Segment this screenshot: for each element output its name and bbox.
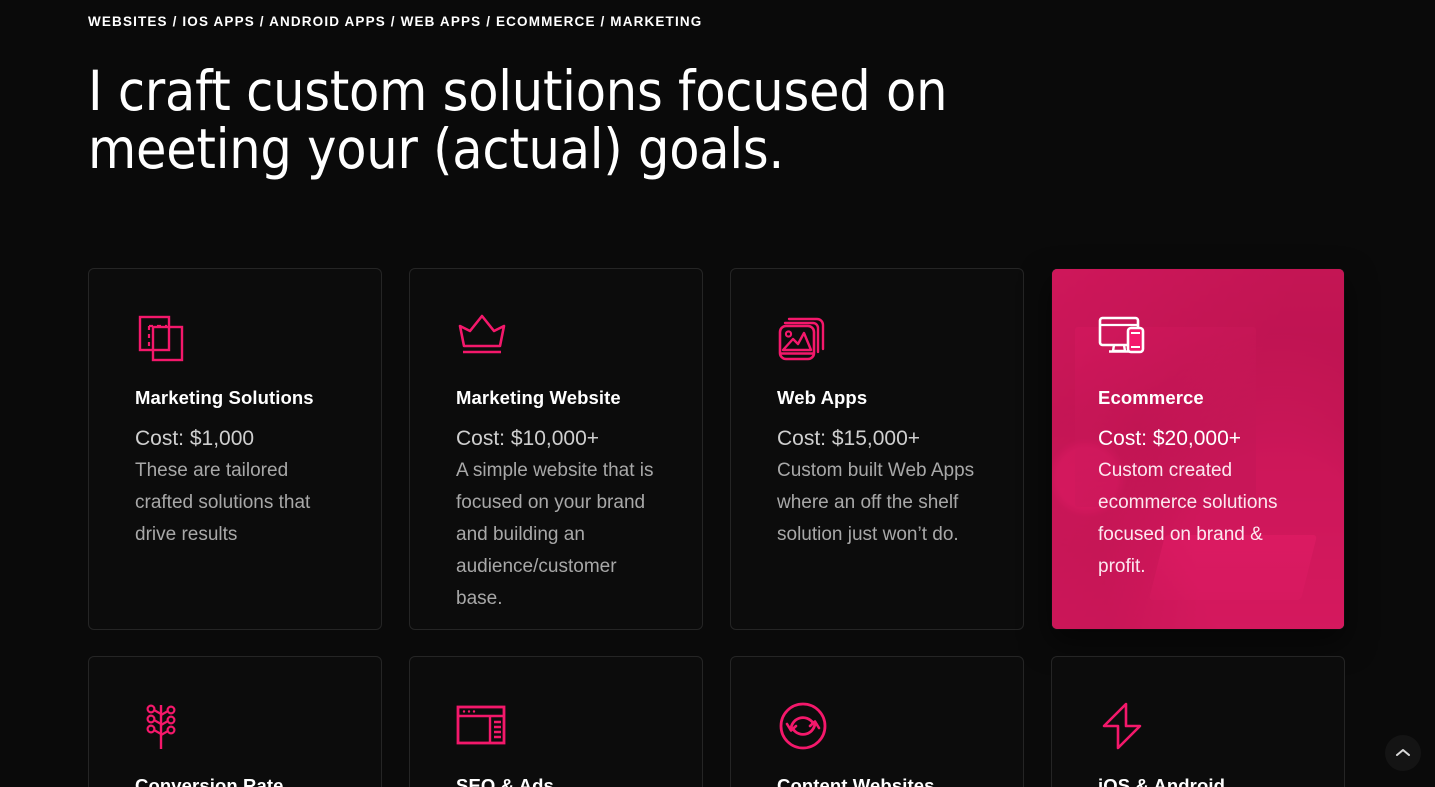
card-description: A simple website that is focused on your… — [456, 460, 654, 609]
service-card-ios-android[interactable]: iOS & Android — [1051, 656, 1345, 787]
headline-line-2: meeting your (actual) goals. — [88, 117, 785, 181]
services-grid: Marketing Solutions Cost: $1,000 These a… — [88, 268, 1347, 787]
service-card-marketing-website[interactable]: Marketing Website Cost: $10,000+ A simpl… — [409, 268, 703, 630]
card-title: SEO & Ads — [456, 775, 554, 787]
page-root: WEBSITES / IOS APPS / ANDROID APPS / WEB… — [0, 0, 1435, 787]
service-card-seo-ads[interactable]: SEO & Ads — [409, 656, 703, 787]
branching-tree-icon — [135, 701, 335, 753]
duplicate-pages-icon — [135, 313, 335, 365]
card-cost: Cost: $20,000+ — [1098, 427, 1242, 450]
service-card-content-websites[interactable]: Content Websites — [730, 656, 1024, 787]
card-cost: Cost: $15,000+ — [777, 427, 921, 450]
breadcrumb: WEBSITES / IOS APPS / ANDROID APPS / WEB… — [88, 14, 703, 29]
service-card-web-apps[interactable]: Web Apps Cost: $15,000+ Custom built Web… — [730, 268, 1024, 630]
chevron-up-icon — [1395, 747, 1411, 759]
card-title: Conversion Rate — [135, 775, 284, 787]
card-description: Custom built Web Apps where an off the s… — [777, 460, 975, 545]
card-title: Marketing Website — [456, 387, 621, 408]
devices-monitor-phone-icon — [1098, 313, 1298, 365]
lightning-bolt-icon — [1098, 701, 1298, 753]
image-gallery-icon — [777, 313, 977, 365]
card-title: Ecommerce — [1098, 387, 1204, 408]
refresh-sync-icon — [777, 701, 977, 753]
card-title: iOS & Android — [1098, 775, 1226, 787]
card-cost: Cost: $1,000 — [135, 427, 255, 450]
browser-layout-icon — [456, 701, 656, 753]
headline-line-1: I craft custom solutions focused on — [88, 59, 948, 123]
crown-icon — [456, 313, 656, 365]
card-cost: Cost: $10,000+ — [456, 427, 600, 450]
back-to-top-button[interactable] — [1385, 735, 1421, 771]
service-card-conversion-rate[interactable]: Conversion Rate — [88, 656, 382, 787]
card-title: Content Websites — [777, 775, 935, 787]
card-description: Custom created ecommerce solutions focus… — [1098, 460, 1278, 577]
card-description: These are tailored crafted solutions tha… — [135, 460, 311, 545]
card-title: Marketing Solutions — [135, 387, 314, 408]
service-card-ecommerce[interactable]: Ecommerce Cost: $20,000+ Custom created … — [1051, 268, 1345, 630]
card-title: Web Apps — [777, 387, 868, 408]
service-card-marketing-solutions[interactable]: Marketing Solutions Cost: $1,000 These a… — [88, 268, 382, 630]
page-title: I craft custom solutions focused on meet… — [88, 62, 988, 178]
